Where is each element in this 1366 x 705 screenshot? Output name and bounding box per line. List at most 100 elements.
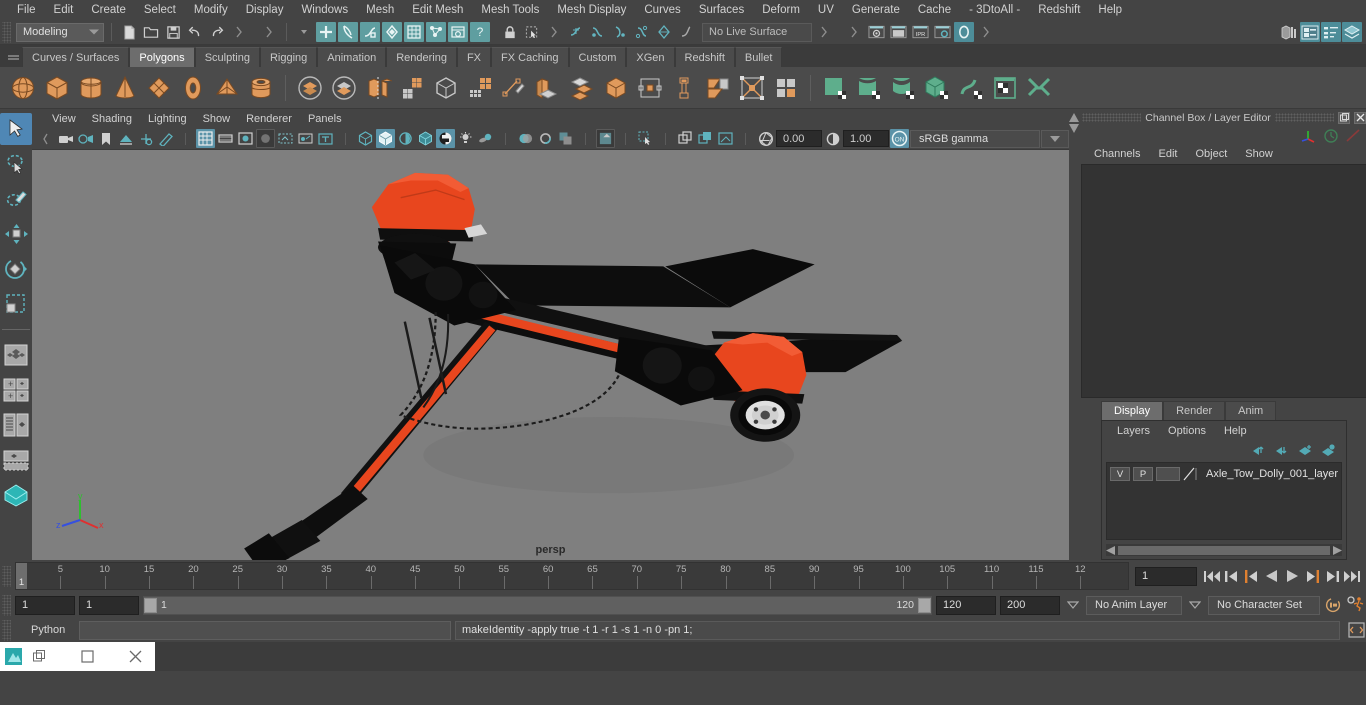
- range-bar-left-handle[interactable]: [144, 597, 157, 613]
- select-face-icon[interactable]: [426, 22, 446, 42]
- uv-contour-stretch-icon[interactable]: [956, 72, 986, 104]
- combine-separate-icon[interactable]: [363, 72, 393, 104]
- range-slider-grip[interactable]: [2, 594, 11, 616]
- color-space-dropdown-arrow[interactable]: [1041, 129, 1069, 148]
- select-help-icon[interactable]: ?: [470, 22, 490, 42]
- text-overlay-icon[interactable]: [316, 129, 335, 148]
- color-management-toggle-icon[interactable]: ON: [890, 129, 909, 148]
- menu-redshift[interactable]: Redshift: [1029, 0, 1089, 20]
- status-arrow-right-5[interactable]: [844, 22, 864, 42]
- screen-space-ao-icon[interactable]: [516, 129, 535, 148]
- snap-to-grid-icon[interactable]: [566, 22, 586, 42]
- two-d-pan-zoom-icon[interactable]: [136, 129, 155, 148]
- auto-key-toggle-icon[interactable]: [1324, 596, 1342, 615]
- shelf-grip[interactable]: [4, 45, 22, 67]
- script-editor-icon[interactable]: [1346, 620, 1366, 640]
- layer-menu-options[interactable]: Options: [1159, 424, 1215, 438]
- select-by-component-icon[interactable]: [360, 22, 380, 42]
- cb-menu-edit[interactable]: Edit: [1149, 147, 1186, 161]
- poly-plane-icon[interactable]: [144, 72, 174, 104]
- layer-list-hscrollbar[interactable]: [1106, 544, 1343, 556]
- range-bar[interactable]: 1 120: [143, 595, 932, 615]
- poly-pipe-icon[interactable]: [246, 72, 276, 104]
- resolution-gate-icon[interactable]: [236, 129, 255, 148]
- select-vertex-icon[interactable]: [382, 22, 402, 42]
- uv-cylindrical-icon[interactable]: [854, 72, 884, 104]
- cb-menu-channels[interactable]: Channels: [1085, 147, 1149, 161]
- boolean-union-icon[interactable]: [295, 72, 325, 104]
- single-perspective-view-icon[interactable]: [0, 339, 32, 371]
- wireframe-shading-icon[interactable]: [356, 129, 375, 148]
- shelf-tab-fx[interactable]: FX: [456, 47, 492, 67]
- shelf-tab-polygons[interactable]: Polygons: [129, 47, 195, 67]
- menu-display[interactable]: Display: [237, 0, 293, 20]
- layer-list-scroll-thumb[interactable]: [1118, 545, 1331, 555]
- command-input[interactable]: [79, 620, 451, 640]
- poly-cylinder-icon[interactable]: [76, 72, 106, 104]
- select-edge-icon[interactable]: [404, 22, 424, 42]
- step-forward-key-button[interactable]: [1303, 568, 1320, 585]
- uv-automatic-icon[interactable]: [922, 72, 952, 104]
- anim-layer-selector[interactable]: No Anim Layer: [1086, 595, 1182, 615]
- command-language-label[interactable]: Python: [15, 624, 75, 636]
- range-start-field[interactable]: 1: [79, 595, 139, 615]
- layer-menu-help[interactable]: Help: [1215, 424, 1256, 438]
- sidebar-toggle-layer-editor-icon[interactable]: [1342, 22, 1362, 42]
- outliner-persp-layout-icon[interactable]: [0, 409, 32, 441]
- character-set-dropdown-arrow[interactable]: [1186, 596, 1204, 615]
- persp-graph-layout-icon[interactable]: [0, 444, 32, 476]
- menu-edit[interactable]: Edit: [45, 0, 83, 20]
- camera-attributes-icon[interactable]: [76, 129, 95, 148]
- command-line-grip[interactable]: [2, 619, 11, 641]
- layer-tab-anim[interactable]: Anim: [1225, 401, 1277, 420]
- bridge-icon[interactable]: [669, 72, 699, 104]
- new-scene-icon[interactable]: [119, 22, 139, 42]
- color-space-selector[interactable]: sRGB gamma: [910, 129, 1040, 148]
- use-all-lights-icon[interactable]: [456, 129, 475, 148]
- toggle-render-view-icon[interactable]: [954, 22, 974, 42]
- menu-help[interactable]: Help: [1089, 0, 1131, 20]
- play-forwards-button[interactable]: [1283, 568, 1300, 585]
- maximize-window-icon[interactable]: [74, 642, 100, 671]
- move-layer-down-icon[interactable]: [1275, 444, 1290, 457]
- status-arrow-right-3[interactable]: [544, 22, 564, 42]
- move-tool-icon[interactable]: [0, 218, 32, 250]
- layer-playback-toggle[interactable]: P: [1133, 467, 1153, 481]
- multisample-aa-icon[interactable]: [556, 129, 575, 148]
- menu-generate[interactable]: Generate: [843, 0, 909, 20]
- viewport-menu-shading[interactable]: Shading: [84, 112, 140, 126]
- menu-create[interactable]: Create: [82, 0, 135, 20]
- menuset-selector[interactable]: Modeling: [16, 22, 104, 42]
- menu-mesh-tools[interactable]: Mesh Tools: [472, 0, 548, 20]
- shade-selected-items-icon[interactable]: [396, 129, 415, 148]
- layer-tab-display[interactable]: Display: [1101, 401, 1164, 420]
- animation-start-field[interactable]: 1: [15, 595, 75, 615]
- menu-file[interactable]: File: [8, 0, 45, 20]
- redo-icon[interactable]: [207, 22, 227, 42]
- undock-panel-icon[interactable]: [1338, 111, 1351, 124]
- rotate-tool-icon[interactable]: [0, 253, 32, 285]
- image-plane-icon[interactable]: [116, 129, 135, 148]
- layer-visibility-toggle[interactable]: V: [1110, 467, 1130, 481]
- poly-cube-orange-icon[interactable]: [601, 72, 631, 104]
- reduce-mesh-icon[interactable]: [465, 72, 495, 104]
- film-gate-icon[interactable]: [216, 129, 235, 148]
- select-camera-icon[interactable]: [56, 129, 75, 148]
- menu-mesh-display[interactable]: Mesh Display: [548, 0, 635, 20]
- panel-drag-handle-left[interactable]: [1082, 113, 1142, 122]
- shelf-tab-animation[interactable]: Animation: [317, 47, 387, 67]
- smooth-poly-icon[interactable]: [737, 72, 767, 104]
- snap-to-curve-icon[interactable]: [588, 22, 608, 42]
- step-back-key-button[interactable]: [1243, 568, 1260, 585]
- hypershade-layout-icon[interactable]: [0, 479, 32, 511]
- go-to-start-button[interactable]: [1203, 568, 1220, 585]
- snap-to-projected-center-icon[interactable]: [632, 22, 652, 42]
- xray-joints-icon[interactable]: [676, 129, 695, 148]
- channel-curve-icon[interactable]: [1345, 128, 1361, 143]
- menu-deform[interactable]: Deform: [753, 0, 809, 20]
- fill-hole-icon[interactable]: [703, 72, 733, 104]
- smooth-shade-all-icon[interactable]: [376, 129, 395, 148]
- render-current-frame-icon[interactable]: [866, 22, 886, 42]
- status-small-caret[interactable]: [294, 22, 314, 42]
- shelf-tab-bullet[interactable]: Bullet: [734, 47, 783, 67]
